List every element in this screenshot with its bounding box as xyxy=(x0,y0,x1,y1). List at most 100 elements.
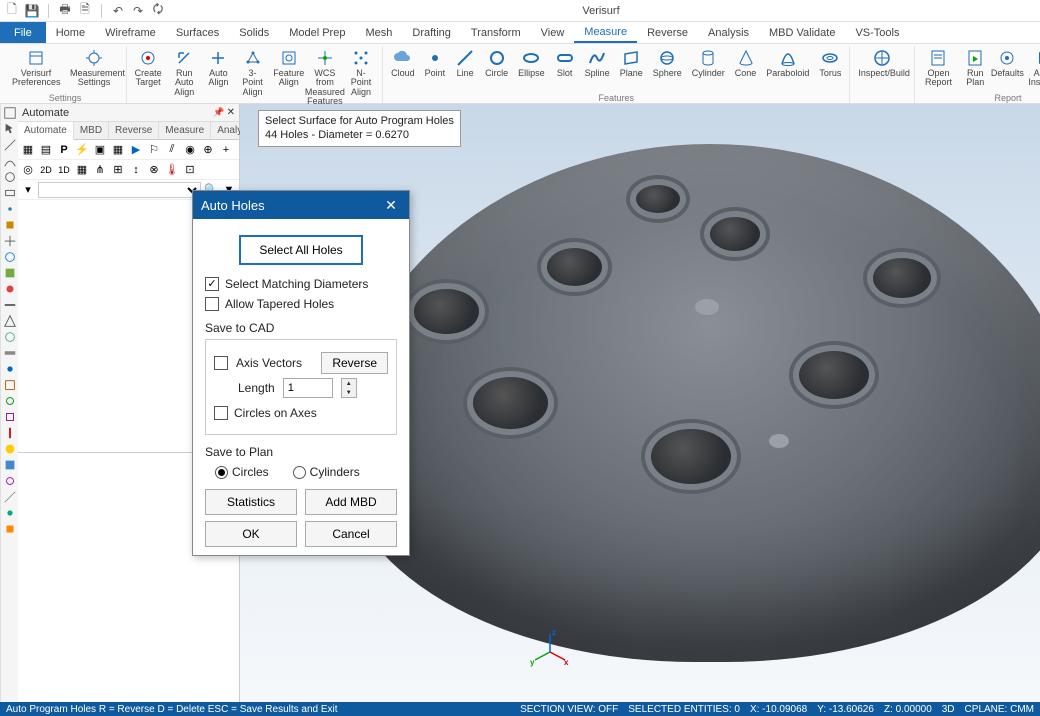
tb-icon[interactable]: ▦ xyxy=(74,162,90,178)
circles-radio[interactable]: Circles xyxy=(215,465,269,479)
curve-tool-icon[interactable] xyxy=(3,154,17,168)
refresh-icon[interactable]: 🗘 xyxy=(150,3,166,19)
rect-tool-icon[interactable] xyxy=(3,186,17,200)
tool-icon[interactable] xyxy=(3,474,17,488)
tool-icon[interactable] xyxy=(3,106,17,120)
ok-button[interactable]: OK xyxy=(205,521,297,547)
tool-icon[interactable] xyxy=(3,234,17,248)
tab-mesh[interactable]: Mesh xyxy=(355,22,402,43)
cylinder-button[interactable]: Cylinder xyxy=(688,46,729,92)
line-tool-icon[interactable] xyxy=(3,138,17,152)
add-mbd-button[interactable]: Add MBD xyxy=(305,489,397,515)
tool-icon[interactable] xyxy=(3,490,17,504)
verisurf-prefs-button[interactable]: Verisurf Preferences xyxy=(8,46,64,92)
tool-icon[interactable] xyxy=(3,346,17,360)
tb-icon[interactable]: 2D xyxy=(38,162,54,178)
new-file-icon[interactable]: 🗋 xyxy=(4,3,20,19)
tb-icon[interactable]: ⊗ xyxy=(146,162,162,178)
length-input[interactable] xyxy=(283,378,333,398)
tool-icon[interactable] xyxy=(3,522,17,536)
length-spinner[interactable]: ▲ ▼ xyxy=(341,378,357,398)
allow-tapered-checkbox[interactable] xyxy=(205,297,219,311)
tb-icon[interactable]: ⊕ xyxy=(200,142,216,158)
tool-icon[interactable] xyxy=(3,410,17,424)
save-icon[interactable]: 💾 xyxy=(24,3,40,19)
tab-surfaces[interactable]: Surfaces xyxy=(166,22,229,43)
tab-model-prep[interactable]: Model Prep xyxy=(279,22,355,43)
auto-inspect-button[interactable]: Auto Inspect xyxy=(1024,46,1040,92)
undo-icon[interactable]: ↶ xyxy=(110,3,126,19)
paraboloid-button[interactable]: Paraboloid xyxy=(762,46,813,92)
tool-icon[interactable] xyxy=(3,218,17,232)
tool-icon[interactable] xyxy=(3,378,17,392)
tool-icon[interactable] xyxy=(3,426,17,440)
tab-solids[interactable]: Solids xyxy=(229,22,279,43)
tool-icon[interactable] xyxy=(3,282,17,296)
tool-icon[interactable] xyxy=(3,506,17,520)
close-icon[interactable]: ✕ xyxy=(227,107,235,118)
tool-icon[interactable] xyxy=(3,266,17,280)
tab-measure[interactable]: Measure xyxy=(574,22,637,43)
slot-button[interactable]: Slot xyxy=(551,46,579,92)
file-tab[interactable]: File xyxy=(0,22,46,43)
tab-wireframe[interactable]: Wireframe xyxy=(95,22,166,43)
create-target-button[interactable]: Create Target xyxy=(131,46,165,109)
print-preview-icon[interactable]: 🗎 xyxy=(77,3,93,19)
spline-button[interactable]: Spline xyxy=(581,46,614,92)
axis-vectors-checkbox[interactable] xyxy=(214,356,228,370)
feature-align-button[interactable]: Feature Align xyxy=(272,46,306,109)
pointer-icon[interactable] xyxy=(3,122,17,136)
ellipse-button[interactable]: Ellipse xyxy=(514,46,549,92)
tool-icon[interactable] xyxy=(3,202,17,216)
play-icon[interactable]: ▶ xyxy=(128,142,144,158)
tb-icon[interactable]: ↕ xyxy=(128,162,144,178)
torus-button[interactable]: Torus xyxy=(815,46,845,92)
tool-icon[interactable] xyxy=(3,442,17,456)
pin-icon[interactable]: 📌 xyxy=(213,107,224,118)
tb-icon[interactable]: P xyxy=(56,142,72,158)
ptab-mbd[interactable]: MBD xyxy=(74,122,109,139)
tool-icon[interactable] xyxy=(3,314,17,328)
circle-tool-icon[interactable] xyxy=(3,170,17,184)
plus-icon[interactable]: + xyxy=(218,142,234,158)
cancel-button[interactable]: Cancel xyxy=(305,521,397,547)
tb-icon[interactable]: ⊞ xyxy=(110,162,126,178)
defaults-button[interactable]: Defaults xyxy=(993,46,1022,92)
ptab-reverse[interactable]: Reverse xyxy=(109,122,159,139)
tab-home[interactable]: Home xyxy=(46,22,95,43)
tab-vs-tools[interactable]: VS-Tools xyxy=(845,22,909,43)
tb-icon[interactable]: ▦ xyxy=(20,142,36,158)
spin-up-icon[interactable]: ▲ xyxy=(342,379,356,388)
tab-transform[interactable]: Transform xyxy=(461,22,531,43)
measurement-settings-button[interactable]: Measurement Settings xyxy=(66,46,122,92)
tb-icon[interactable]: ▣ xyxy=(92,142,108,158)
tb-icon[interactable]: ▤ xyxy=(38,142,54,158)
npoint-align-button[interactable]: N-Point Align xyxy=(344,46,378,109)
tool-icon[interactable] xyxy=(3,250,17,264)
tb-icon[interactable]: ⊡ xyxy=(182,162,198,178)
run-plan-button[interactable]: Run Plan xyxy=(960,46,991,92)
tab-analysis[interactable]: Analysis xyxy=(698,22,759,43)
flag-icon[interactable]: ⚐ xyxy=(146,142,162,158)
print-icon[interactable]: 🖶 xyxy=(57,3,73,19)
tab-view[interactable]: View xyxy=(531,22,575,43)
open-report-button[interactable]: Open Report xyxy=(919,46,957,92)
spin-down-icon[interactable]: ▼ xyxy=(342,388,356,397)
dialog-titlebar[interactable]: Auto Holes ✕ xyxy=(193,191,409,219)
wcs-from-button[interactable]: WCS from Measured Features xyxy=(308,46,342,109)
tool-icon[interactable] xyxy=(3,298,17,312)
tool-icon[interactable] xyxy=(3,458,17,472)
tb-icon[interactable]: ◎ xyxy=(20,162,36,178)
inspect-build-button[interactable]: Inspect/Build xyxy=(854,46,910,102)
tool-icon[interactable] xyxy=(3,362,17,376)
tb-icon[interactable]: 1D xyxy=(56,162,72,178)
cloud-button[interactable]: Cloud xyxy=(387,46,419,92)
tb-icon[interactable]: ▦ xyxy=(110,142,126,158)
tb-icon[interactable]: ⋔ xyxy=(92,162,108,178)
close-icon[interactable]: ✕ xyxy=(381,195,401,215)
tool-icon[interactable] xyxy=(3,330,17,344)
reverse-button[interactable]: Reverse xyxy=(321,352,388,374)
dropdown-icon[interactable]: ▾ xyxy=(20,182,36,198)
redo-icon[interactable]: ↷ xyxy=(130,3,146,19)
match-diameters-checkbox[interactable] xyxy=(205,277,219,291)
